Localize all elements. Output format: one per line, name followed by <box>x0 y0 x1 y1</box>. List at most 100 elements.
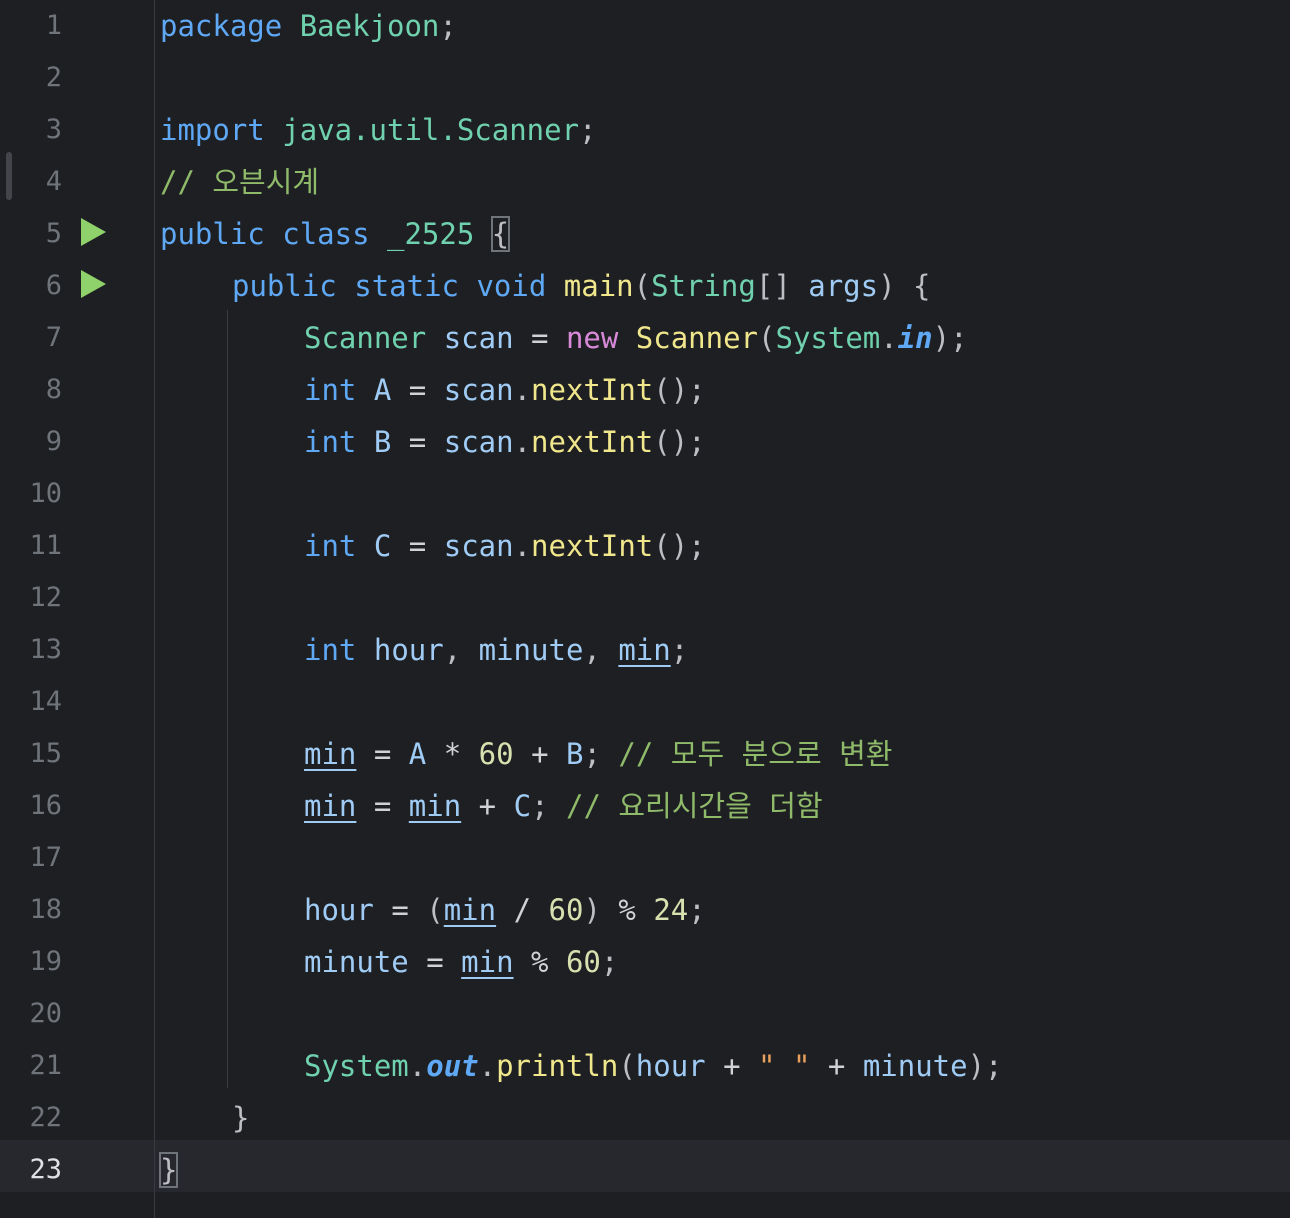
token-punct: ( <box>426 893 444 927</box>
token-var: C <box>373 529 392 563</box>
token-number: 60 <box>548 893 584 927</box>
token-punct: . <box>513 373 532 407</box>
token-var: minute <box>478 633 584 667</box>
token-punct: . <box>513 529 532 563</box>
token-op: = <box>373 737 392 771</box>
code-line-6[interactable]: public static void main(String[] args) { <box>232 260 931 312</box>
code-line-11[interactable]: int C = scan.nextInt(); <box>304 520 706 572</box>
token-punct: , <box>443 633 462 667</box>
line-number[interactable]: 20 <box>0 988 62 1040</box>
token-punct: ; <box>439 9 457 43</box>
code-line-5[interactable]: public class _2525 { <box>160 208 511 260</box>
token-var: B <box>566 737 584 771</box>
token-comment: // 오븐시계 <box>160 165 320 199</box>
token-keyword: int <box>304 373 357 407</box>
line-number[interactable]: 5 <box>0 208 62 260</box>
token-brace: } <box>232 1101 250 1135</box>
code-line-19[interactable]: minute = min % 60; <box>304 936 618 988</box>
token-punct: ) <box>878 269 896 303</box>
code-line-3[interactable]: import java.util.Scanner; <box>160 104 597 156</box>
line-number[interactable]: 9 <box>0 416 62 468</box>
token-var: B <box>373 425 392 459</box>
token-keyword: int <box>304 633 357 667</box>
token-brace: { <box>913 269 931 303</box>
line-number[interactable]: 13 <box>0 624 62 676</box>
line-number[interactable]: 7 <box>0 312 62 364</box>
token-number: 60 <box>565 945 601 979</box>
token-var: scan <box>443 529 514 563</box>
run-main-icon[interactable] <box>81 270 106 298</box>
code-line-23[interactable]: } <box>158 1144 179 1196</box>
line-number[interactable]: 23 <box>0 1144 62 1196</box>
token-var: hour <box>635 1049 706 1083</box>
token-keyword: int <box>304 425 357 459</box>
code-line-22[interactable]: } <box>232 1092 249 1144</box>
line-number[interactable]: 17 <box>0 832 62 884</box>
token-var: A <box>408 737 427 771</box>
token-op: / <box>513 893 532 927</box>
token-new: new <box>565 321 619 355</box>
indent-guide <box>227 310 228 1088</box>
code-editor[interactable]: 1 2 3 4 5 6 7 8 9 10 11 12 13 14 15 16 17 18 19 20 21 22 23 pa… <box>0 0 1290 1218</box>
token-var-reassigned: min <box>304 789 357 823</box>
line-number[interactable]: 4 <box>0 156 62 208</box>
token-punct: (); <box>653 529 706 563</box>
token-param: args <box>808 269 879 303</box>
token-brace-matched: } <box>158 1152 179 1188</box>
token-var: minute <box>862 1049 968 1083</box>
line-number[interactable]: 12 <box>0 572 62 624</box>
token-string: " " <box>758 1049 811 1083</box>
line-number[interactable]: 19 <box>0 936 62 988</box>
line-number[interactable]: 16 <box>0 780 62 832</box>
token-var: minute <box>304 945 409 979</box>
token-var-reassigned: min <box>443 893 497 927</box>
code-line-7[interactable]: Scanner scan = new Scanner(System.in); <box>304 312 968 364</box>
token-op: = <box>391 893 409 927</box>
line-number[interactable]: 11 <box>0 520 62 572</box>
token-punct: ; <box>670 633 689 667</box>
code-line-9[interactable]: int B = scan.nextInt(); <box>304 416 706 468</box>
code-line-4[interactable]: // 오븐시계 <box>160 156 319 208</box>
code-line-15[interactable]: min = A * 60 + B; // 모두 분으로 변환 <box>304 728 892 780</box>
line-number[interactable]: 22 <box>0 1092 62 1144</box>
line-number[interactable]: 1 <box>0 0 62 52</box>
code-line-13[interactable]: int hour, minute, min; <box>304 624 688 676</box>
token-method: main <box>563 269 634 303</box>
code-line-1[interactable]: package Baekjoon; <box>160 0 457 52</box>
token-ctor: Scanner <box>635 321 759 355</box>
line-number[interactable]: 15 <box>0 728 62 780</box>
line-number[interactable]: 2 <box>0 52 62 104</box>
token-method: nextInt <box>531 529 654 563</box>
line-number[interactable]: 3 <box>0 104 62 156</box>
code-line-18[interactable]: hour = (min / 60) % 24; <box>304 884 706 936</box>
token-punct: ) <box>583 893 601 927</box>
token-class-name: _2525 <box>387 217 475 251</box>
line-number[interactable]: 21 <box>0 1040 62 1092</box>
line-number[interactable]: 14 <box>0 676 62 728</box>
token-punct: ); <box>932 321 968 355</box>
token-comment: // 모두 분으로 변환 <box>618 737 893 771</box>
token-comment: // 요리시간을 더함 <box>566 789 823 823</box>
token-var: hour <box>304 893 374 927</box>
token-method: nextInt <box>531 425 654 459</box>
code-line-8[interactable]: int A = scan.nextInt(); <box>304 364 706 416</box>
token-static-field: out <box>426 1049 479 1083</box>
code-line-21[interactable]: System.out.println(hour + " " + minute); <box>304 1040 1003 1092</box>
line-number[interactable]: 8 <box>0 364 62 416</box>
line-number[interactable]: 6 <box>0 260 62 312</box>
token-var-reassigned: min <box>618 633 671 667</box>
token-op: % <box>531 945 549 979</box>
token-number: 24 <box>653 893 689 927</box>
token-punct: ( <box>758 321 776 355</box>
token-op: = <box>408 529 427 563</box>
line-number[interactable]: 10 <box>0 468 62 520</box>
token-op: = <box>531 321 549 355</box>
token-method: nextInt <box>531 373 654 407</box>
token-keyword: int <box>304 529 357 563</box>
line-number[interactable]: 18 <box>0 884 62 936</box>
token-var-reassigned: min <box>461 945 514 979</box>
run-class-icon[interactable] <box>81 218 106 246</box>
code-line-16[interactable]: min = min + C; // 요리시간을 더함 <box>304 780 823 832</box>
token-op: % <box>618 893 636 927</box>
token-op: + <box>478 789 497 823</box>
